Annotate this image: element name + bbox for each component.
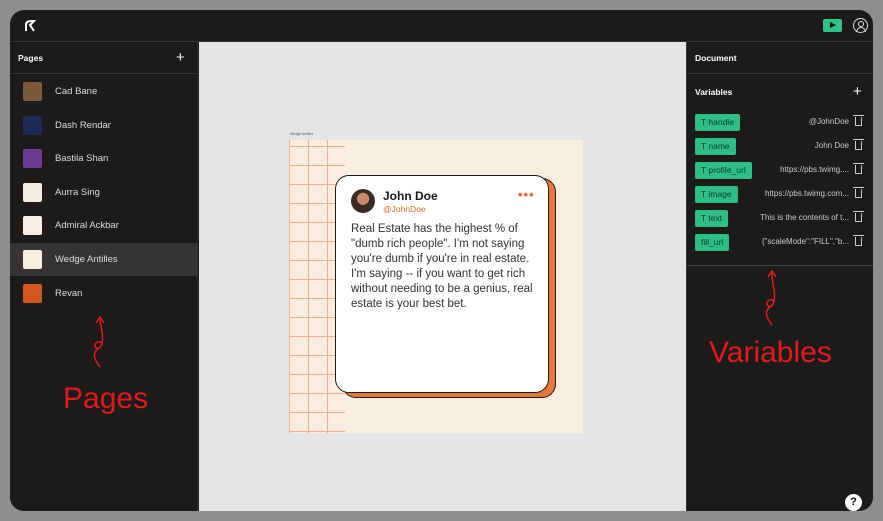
variable-name-chip[interactable]: fill_url — [695, 234, 730, 251]
avatar — [351, 189, 375, 213]
frame-label: Wedge Antilles — [290, 132, 314, 136]
variable-name-chip[interactable]: T image — [695, 186, 738, 203]
variable-value[interactable]: @JohnDoe — [809, 117, 849, 126]
arrow-up-icon — [93, 315, 105, 368]
more-icon: ••• — [518, 187, 535, 202]
trash-icon[interactable] — [853, 235, 864, 246]
artboard[interactable]: John Doe @JohnDoe ••• Real Estate has th… — [289, 140, 583, 433]
variable-row: T profile_url https://pbs.twimg.... — [687, 162, 873, 179]
page-label: Dash Rendar — [55, 119, 111, 131]
document-title: Document — [695, 53, 737, 63]
variable-value[interactable]: {"scaleMode":"FILL","b... — [762, 237, 849, 246]
variable-name-chip[interactable]: T name — [695, 138, 736, 155]
canvas[interactable]: Wedge Antilles John Doe @JohnDoe ••• Rea… — [199, 42, 686, 511]
trash-icon[interactable] — [853, 139, 864, 150]
tweet-handle: @JohnDoe — [383, 204, 426, 214]
page-item[interactable]: Wedge Antilles — [10, 243, 198, 276]
page-label: Admiral Ackbar — [55, 220, 119, 232]
page-item[interactable]: Dash Rendar — [10, 109, 198, 142]
tweet-name: John Doe — [383, 189, 438, 203]
add-page-button[interactable]: + — [176, 50, 185, 65]
tweet-text: Real Estate has the highest % of "dumb r… — [351, 223, 533, 310]
variable-value[interactable]: John Doe — [815, 141, 849, 150]
page-thumbnail — [23, 182, 42, 202]
tweet-card[interactable]: John Doe @JohnDoe ••• Real Estate has th… — [335, 175, 549, 393]
variable-row: fill_url {"scaleMode":"FILL","b... — [687, 234, 873, 251]
page-thumbnail — [23, 216, 42, 236]
page-item[interactable]: Admiral Ackbar — [10, 209, 198, 242]
page-label: Aurra Sing — [55, 186, 100, 198]
page-thumbnail — [23, 250, 42, 269]
page-item[interactable]: Aurra Sing — [10, 176, 198, 209]
pages-header: Pages + — [10, 42, 197, 74]
page-label: Bastila Shan — [55, 153, 109, 165]
trash-icon[interactable] — [853, 115, 864, 126]
variable-row: T text This is the contents of t... — [687, 210, 873, 227]
arrow-up-icon — [765, 269, 777, 326]
top-bar — [10, 10, 873, 42]
variable-name-chip[interactable]: T handle — [695, 114, 740, 131]
account-icon[interactable] — [853, 18, 868, 33]
page-label: Revan — [55, 287, 83, 299]
variables-section: Variables + T handle @JohnDoe T name John D… — [687, 74, 873, 266]
page-item[interactable]: Cad Bane — [10, 75, 198, 108]
pages-panel: Pages + Cad Bane Dash Rendar Bastila Shan A… — [10, 42, 198, 511]
page-thumbnail — [23, 115, 42, 135]
page-thumbnail — [23, 149, 42, 169]
page-label: Wedge Antilles — [55, 254, 118, 265]
variables-title: Variables — [695, 87, 733, 97]
variable-row: T name John Doe — [687, 138, 873, 155]
pages-title: Pages — [18, 53, 44, 63]
page-label: Cad Bane — [55, 86, 98, 97]
variable-value[interactable]: https://pbs.twimg.... — [780, 165, 849, 174]
app-window: Pages + Cad Bane Dash Rendar Bastila Shan A… — [10, 10, 873, 511]
variable-value[interactable]: This is the contents of t... — [760, 213, 849, 222]
help-button[interactable]: ? — [845, 494, 862, 511]
variable-row: T handle @JohnDoe — [687, 114, 873, 131]
play-button[interactable] — [823, 19, 842, 32]
document-header: Document — [687, 42, 873, 74]
logo-icon[interactable] — [22, 17, 40, 35]
variable-row: T image https://pbs.twimg.com... — [687, 186, 873, 203]
page-item[interactable]: Revan — [10, 277, 198, 310]
variable-value[interactable]: https://pbs.twimg.com... — [765, 189, 849, 198]
variable-name-chip[interactable]: T profile_url — [695, 162, 752, 179]
page-thumbnail — [23, 283, 42, 303]
page-item[interactable]: Bastila Shan — [10, 142, 198, 175]
pages-annotation: Pages — [63, 382, 149, 415]
page-thumbnail — [23, 82, 42, 101]
trash-icon[interactable] — [853, 211, 864, 222]
variable-name-chip[interactable]: T text — [695, 210, 729, 227]
add-variable-button[interactable]: + — [853, 84, 862, 99]
variables-annotation: Variables — [709, 336, 832, 369]
trash-icon[interactable] — [853, 187, 864, 198]
trash-icon[interactable] — [853, 163, 864, 174]
